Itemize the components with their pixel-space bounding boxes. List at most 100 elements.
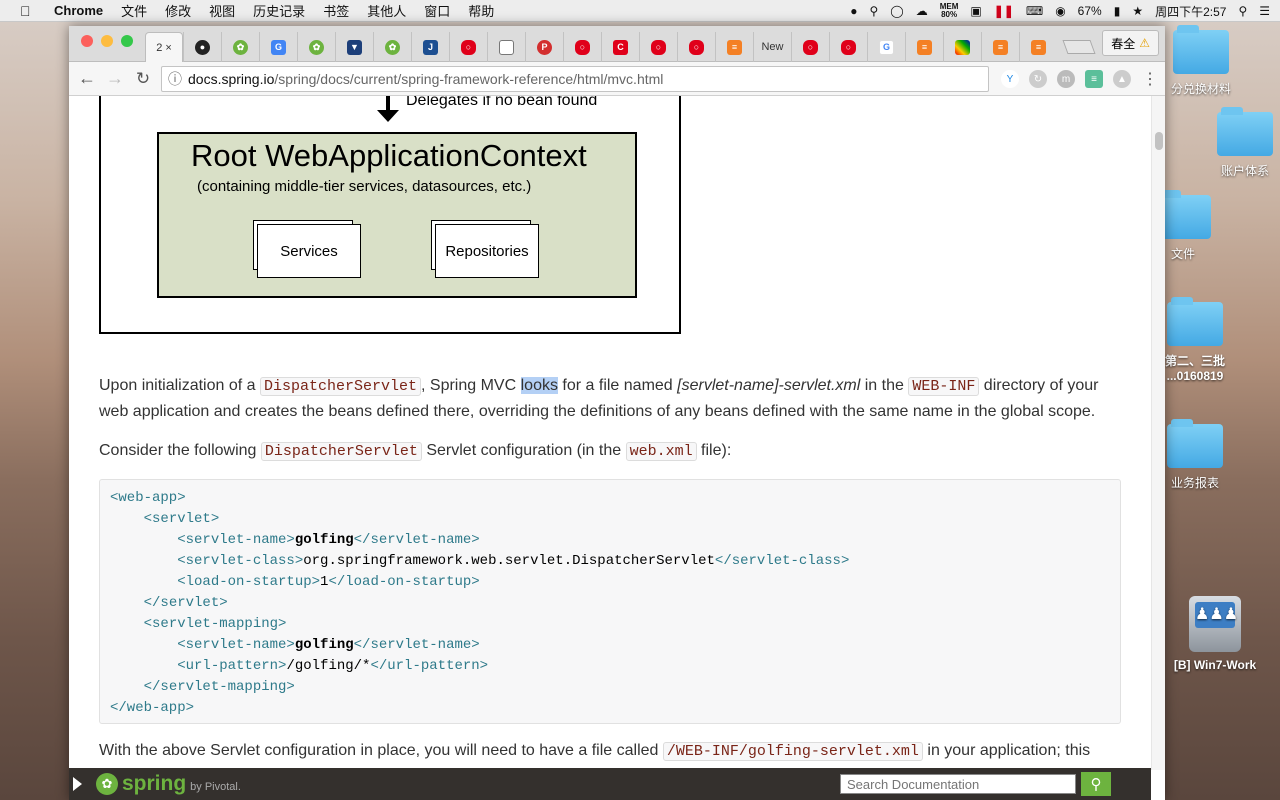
tab-oracle-2[interactable]: ○ xyxy=(563,32,601,62)
tab-oracle-4[interactable]: ○ xyxy=(677,32,715,62)
code-web-inf: WEB-INF xyxy=(908,377,980,396)
stackoverflow-icon: ≡ xyxy=(993,39,1008,55)
menubar-status-area: ● ⚲ ◯ ☁ MEM 80% ▣ ❚❚ ⌨ ◉ 67% ▮ ★ 周四下午2:57… xyxy=(850,0,1270,22)
info-icon[interactable]: ⓘ xyxy=(162,69,188,89)
keyboard-icon[interactable]: ⌨ xyxy=(1026,4,1043,18)
tab-translate[interactable]: G xyxy=(259,32,297,62)
search-documentation-input[interactable] xyxy=(840,774,1076,794)
spotlight-search-icon[interactable]: ⚲ xyxy=(1238,4,1247,18)
menu-app-chrome[interactable]: Chrome xyxy=(54,3,103,18)
tab-document[interactable] xyxy=(487,32,525,62)
menu-edit[interactable]: 修改 xyxy=(165,1,191,20)
paragraph-consider-config: Consider the following DispatcherServlet… xyxy=(99,442,732,461)
chrome-menu-icon[interactable]: ⋮ xyxy=(1141,70,1159,88)
jira-icon: J xyxy=(423,39,438,55)
extension-grey-icon[interactable]: ↻ xyxy=(1029,70,1047,88)
tab-strip: 2 × ● ✿ G ✿ ▼ ✿ J ○ P ○ C ○ ○ ≡ New ○ ○ … xyxy=(69,26,1165,62)
mouse-icon[interactable]: ◯ xyxy=(890,4,903,18)
close-tab-icon[interactable]: × xyxy=(165,42,171,54)
tab-oracle-1[interactable]: ○ xyxy=(449,32,487,62)
code-web-xml: web.xml xyxy=(625,442,697,461)
stackoverflow-icon: ≡ xyxy=(917,39,932,55)
tab-stackoverflow-2[interactable]: ≡ xyxy=(905,32,943,62)
repositories-box: Repositories xyxy=(431,220,539,278)
tab-stackoverflow-1[interactable]: ≡ xyxy=(715,32,753,62)
battery-label[interactable]: 67% xyxy=(1078,4,1102,18)
new-tab-button[interactable] xyxy=(1062,40,1096,54)
tab-colorful[interactable] xyxy=(943,32,981,62)
close-window-button[interactable] xyxy=(81,35,93,47)
menu-people[interactable]: 其他人 xyxy=(367,1,406,20)
pause-icon[interactable]: ❚❚ xyxy=(994,4,1014,18)
tab-c-site[interactable]: C xyxy=(601,32,639,62)
menu-window[interactable]: 窗口 xyxy=(424,1,450,20)
paragraph-dispatcher-init: Upon initialization of a DispatcherServl… xyxy=(99,377,1099,420)
code-golfing-servlet-xml: /WEB-INF/golfing-servlet.xml xyxy=(662,742,923,761)
xml-code-block: <web-app> <servlet> <servlet-name>golfin… xyxy=(99,479,1121,724)
reload-button[interactable]: ↻ xyxy=(129,65,157,93)
tab-spring-3[interactable]: ✿ xyxy=(373,32,411,62)
notification-center-icon[interactable]: ☰ xyxy=(1259,4,1270,18)
star-icon[interactable]: ★ xyxy=(1132,4,1143,18)
tab-red-site[interactable]: P xyxy=(525,32,563,62)
menu-help[interactable]: 帮助 xyxy=(468,1,494,20)
tab-spring-1[interactable]: ✿ xyxy=(221,32,259,62)
oracle-icon: ○ xyxy=(461,39,476,55)
macos-menubar:  Chrome 文件 修改 视图 历史记录 书签 其他人 窗口 帮助 ● ⚲ … xyxy=(0,0,1280,22)
tab-shield[interactable]: ▼ xyxy=(335,32,373,62)
menu-file[interactable]: 文件 xyxy=(121,1,147,20)
tab-active[interactable]: 2 × xyxy=(145,32,183,62)
tab-github[interactable]: ● xyxy=(183,32,221,62)
code-dispatcherservlet: DispatcherServlet xyxy=(260,442,422,461)
profile-button[interactable]: 春全 ⚠ xyxy=(1102,30,1159,56)
tab-stackoverflow-4[interactable]: ≡ xyxy=(1019,32,1057,62)
tab-new[interactable]: New xyxy=(753,32,791,62)
delegate-label: Delegates if no bean found xyxy=(406,96,598,109)
zoom-window-button[interactable] xyxy=(121,35,133,47)
spring-logo[interactable]: ✿ spring by Pivotal. xyxy=(96,772,241,796)
scrollbar-thumb[interactable] xyxy=(1155,132,1163,150)
cloud-icon[interactable]: ☁ xyxy=(916,4,928,18)
broom-icon[interactable]: ⚲ xyxy=(870,4,879,18)
forward-button[interactable]: → xyxy=(101,65,129,93)
back-button[interactable]: ← xyxy=(73,65,101,93)
network-drive-icon: ♟♟♟ xyxy=(1189,596,1241,652)
desktop-network-drive[interactable]: ♟♟♟ [B] Win7-Work xyxy=(1160,596,1270,672)
extension-icons: Y ↻ m ≡ ▲ ⋮ xyxy=(1001,70,1159,88)
green-extension-icon[interactable]: ≡ xyxy=(1085,70,1103,88)
tab-oracle-5[interactable]: ○ xyxy=(791,32,829,62)
menu-view[interactable]: 视图 xyxy=(209,1,235,20)
services-box: Services xyxy=(253,220,361,278)
tab-google[interactable]: G xyxy=(867,32,905,62)
toggle-sidebar-icon[interactable] xyxy=(73,777,82,791)
selected-text: looks xyxy=(520,377,558,394)
clock[interactable]: 周四下午2:57 xyxy=(1155,3,1226,20)
tab-jira[interactable]: J xyxy=(411,32,449,62)
tab-oracle-6[interactable]: ○ xyxy=(829,32,867,62)
search-button[interactable]: ⚲ xyxy=(1081,772,1111,796)
url-domain: docs.spring.io xyxy=(188,71,275,87)
tab-oracle-3[interactable]: ○ xyxy=(639,32,677,62)
tab-stackoverflow-3[interactable]: ≡ xyxy=(981,32,1019,62)
person-extension-icon[interactable]: ▲ xyxy=(1113,70,1131,88)
wifi-icon[interactable]: ◉ xyxy=(1055,4,1065,18)
menu-bookmarks[interactable]: 书签 xyxy=(323,1,349,20)
red-site-icon: P xyxy=(537,39,552,55)
page-scrollbar[interactable] xyxy=(1151,96,1165,770)
desktop-folder-2[interactable]: 账户体系 xyxy=(1190,107,1280,179)
vimium-icon[interactable]: Y xyxy=(1001,70,1019,88)
minimize-window-button[interactable] xyxy=(101,35,113,47)
chrome-window: 2 × ● ✿ G ✿ ▼ ✿ J ○ P ○ C ○ ○ ≡ New ○ ○ … xyxy=(69,26,1165,800)
address-bar[interactable]: ⓘ docs.spring.io/spring/docs/current/spr… xyxy=(161,66,989,92)
folder-icon xyxy=(1217,107,1273,156)
app-icon[interactable]: ▣ xyxy=(970,4,981,18)
services-label: Services xyxy=(257,224,361,278)
stackoverflow-icon: ≡ xyxy=(727,39,742,55)
memory-indicator[interactable]: MEM 80% xyxy=(940,3,959,19)
qq-icon[interactable]: ● xyxy=(850,4,857,18)
folder-icon xyxy=(1173,25,1229,74)
menu-history[interactable]: 历史记录 xyxy=(253,1,305,20)
tab-spring-2[interactable]: ✿ xyxy=(297,32,335,62)
m-extension-icon[interactable]: m xyxy=(1057,70,1075,88)
apple-menu-icon[interactable]:  xyxy=(20,3,42,19)
